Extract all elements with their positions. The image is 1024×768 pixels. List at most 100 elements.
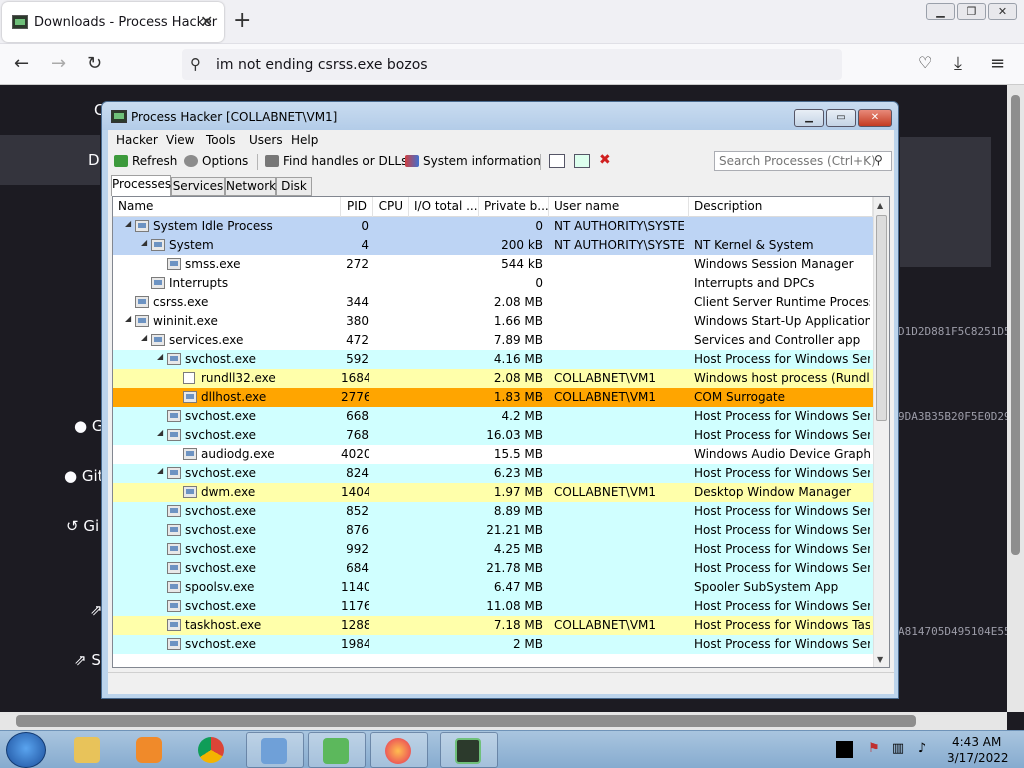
table-row[interactable]: ◢ svchost.exe 768 16.03 MB Host Process for …	[113, 426, 873, 445]
close-tab-icon[interactable]: ✕	[200, 12, 213, 31]
table-row[interactable]: dllhost.exe 2776 1.83 MB COLLABNET\VM1 COM S…	[113, 388, 873, 407]
table-row[interactable]: svchost.exe 668 4.2 MB Host Process for Win…	[113, 407, 873, 426]
table-row[interactable]: ◢ wininit.exe 380 1.66 MB Windows Start-Up A…	[113, 312, 873, 331]
system-information-button[interactable]: System information	[405, 154, 541, 168]
table-row[interactable]: ◢ System 4 200 kB NT AUTHORITY\SYSTEM NT Kern…	[113, 236, 873, 255]
ph-title-bar[interactable]: Process Hacker [COLLABNET\VM1] ▁ ▭ ✕	[102, 102, 898, 130]
menu-view[interactable]: View	[166, 133, 194, 147]
menu-users[interactable]: Users	[249, 133, 283, 147]
menu-icon[interactable]: ≡	[990, 53, 1005, 74]
clock-date[interactable]: 3/17/2022	[947, 751, 1009, 765]
table-row[interactable]: spoolsv.exe 1140 6.47 MB Spooler SubSystem …	[113, 578, 873, 597]
process-list-scrollbar[interactable]: ▲ ▼	[873, 197, 889, 667]
column-pid[interactable]: PID	[341, 197, 373, 217]
taskbar-media-player[interactable]	[120, 732, 178, 768]
downloads-icon[interactable]: ⤓	[954, 53, 962, 74]
new-tab-icon[interactable]: +	[233, 8, 251, 33]
taskbar-process-hacker[interactable]	[440, 732, 498, 768]
black-square-icon[interactable]	[836, 741, 853, 758]
back-arrow-icon[interactable]: ←	[14, 53, 29, 74]
expand-arrow-icon[interactable]: ◢	[157, 428, 163, 437]
menu-help[interactable]: Help	[291, 133, 318, 147]
page-link-git[interactable]: ● Git	[64, 467, 104, 485]
page-vertical-scrollbar[interactable]	[1007, 85, 1024, 712]
table-row[interactable]: ◢ svchost.exe 824 6.23 MB Host Process for W…	[113, 464, 873, 483]
window-icon[interactable]	[549, 154, 565, 168]
table-row[interactable]: audiodg.exe 4020 15.5 MB Windows Audio Devi…	[113, 445, 873, 464]
table-row[interactable]: svchost.exe 1984 2 MB Host Process for Wind…	[113, 635, 873, 654]
table-row[interactable]: svchost.exe 1176 11.08 MB Host Process for …	[113, 597, 873, 616]
expand-arrow-icon[interactable]: ◢	[125, 219, 131, 228]
tab-disk[interactable]: Disk	[276, 177, 312, 196]
tab-services[interactable]: Services	[171, 177, 225, 196]
browser-tab[interactable]: Downloads - Process Hacker ✕	[2, 2, 224, 42]
menu-hacker[interactable]: Hacker	[116, 133, 158, 147]
scrollbar-thumb[interactable]	[876, 215, 887, 421]
scrollbar-thumb[interactable]	[16, 715, 916, 727]
terminate-icon[interactable]: ✖	[599, 152, 611, 168]
table-row[interactable]: dwm.exe 1404 1.97 MB COLLABNET\VM1 Desktop W…	[113, 483, 873, 502]
tab-network[interactable]: Network	[225, 177, 276, 196]
ph-close-icon[interactable]: ✕	[858, 109, 892, 127]
table-row[interactable]: svchost.exe 992 4.25 MB Host Process for Wi…	[113, 540, 873, 559]
close-window-icon[interactable]: ✕	[988, 3, 1017, 20]
tab-processes[interactable]: Processes	[111, 175, 171, 196]
taskbar-chrome[interactable]	[182, 732, 240, 768]
menu-tools[interactable]: Tools	[206, 133, 236, 147]
refresh-button[interactable]: Refresh	[114, 154, 177, 168]
page-link-s[interactable]: ⇗ S	[74, 651, 101, 669]
table-row[interactable]: ◢ System Idle Process 0 0 NT AUTHORITY\SYSTE…	[113, 217, 873, 236]
page-link-g[interactable]: ● G	[74, 417, 104, 435]
start-button-icon[interactable]	[6, 732, 46, 768]
expand-arrow-icon[interactable]: ◢	[141, 333, 147, 342]
table-row[interactable]: ◢ services.exe 472 7.89 MB Services and Cont…	[113, 331, 873, 350]
column-io-total[interactable]: I/O total ...	[409, 197, 479, 217]
column-name[interactable]: Name	[113, 197, 341, 217]
table-row[interactable]: taskhost.exe 1288 7.18 MB COLLABNET\VM1 Host…	[113, 616, 873, 635]
table-row[interactable]: svchost.exe 876 21.21 MB Host Process for W…	[113, 521, 873, 540]
options-button[interactable]: Options	[184, 154, 248, 168]
pocket-icon[interactable]: ♡	[918, 53, 932, 72]
table-row[interactable]: csrss.exe 344 2.08 MB Client Server Runtime…	[113, 293, 873, 312]
reload-icon[interactable]: ↻	[87, 53, 102, 74]
taskbar-installer[interactable]	[308, 732, 366, 768]
table-row[interactable]: ◢ svchost.exe 592 4.16 MB Host Process for W…	[113, 350, 873, 369]
table-row[interactable]: Interrupts 0 Interrupts and DPCs	[113, 274, 873, 293]
restore-icon[interactable]: ❐	[957, 3, 986, 20]
expand-arrow-icon[interactable]: ◢	[125, 314, 131, 323]
process-tree-list[interactable]: Name PID CPU I/O total ... Private b... …	[112, 196, 890, 668]
table-row[interactable]: svchost.exe 852 8.89 MB Host Process for Wi…	[113, 502, 873, 521]
network-icon[interactable]: ▥	[890, 741, 906, 757]
table-row[interactable]: smss.exe 272 544 kB Windows Session Manager	[113, 255, 873, 274]
volume-icon[interactable]: ♪	[914, 741, 930, 757]
table-row[interactable]: rundll32.exe 1684 2.08 MB COLLABNET\VM1 Wind…	[113, 369, 873, 388]
ph-minimize-icon[interactable]: ▁	[794, 109, 824, 127]
minimize-icon[interactable]: ▁	[926, 3, 955, 20]
forward-arrow-icon[interactable]: →	[51, 53, 66, 74]
page-link-d[interactable]: D	[88, 151, 100, 169]
table-row[interactable]: svchost.exe 684 21.78 MB Host Process for W…	[113, 559, 873, 578]
taskbar-explorer[interactable]	[60, 732, 118, 768]
action-center-icon[interactable]: ⚑	[866, 741, 882, 757]
column-cpu[interactable]: CPU	[373, 197, 409, 217]
scroll-down-icon[interactable]: ▼	[877, 655, 883, 664]
expand-arrow-icon[interactable]: ◢	[157, 352, 163, 361]
search-processes-input[interactable]	[714, 151, 892, 171]
column-description[interactable]: Description	[689, 197, 873, 217]
column-private-bytes[interactable]: Private b...	[479, 197, 549, 217]
ph-maximize-icon[interactable]: ▭	[826, 109, 856, 127]
taskbar-control-panel[interactable]	[246, 732, 304, 768]
clock-time[interactable]: 4:43 AM	[952, 735, 1001, 749]
column-user-name[interactable]: User name	[549, 197, 689, 217]
url-bar[interactable]: ⚲ im not ending csrss.exe bozos	[182, 49, 842, 80]
page-link-gi[interactable]: ↺ Gi	[66, 517, 99, 535]
find-window-icon[interactable]	[574, 154, 590, 168]
expand-arrow-icon[interactable]: ◢	[141, 238, 147, 247]
find-handles-button[interactable]: Find handles or DLLs	[265, 154, 407, 168]
scrollbar-thumb[interactable]	[1011, 95, 1020, 555]
expand-arrow-icon[interactable]: ◢	[157, 466, 163, 475]
url-text[interactable]: im not ending csrss.exe bozos	[216, 57, 428, 73]
taskbar-firefox[interactable]	[370, 732, 428, 768]
scroll-up-icon[interactable]: ▲	[877, 201, 883, 210]
page-horizontal-scrollbar[interactable]	[0, 712, 1007, 730]
